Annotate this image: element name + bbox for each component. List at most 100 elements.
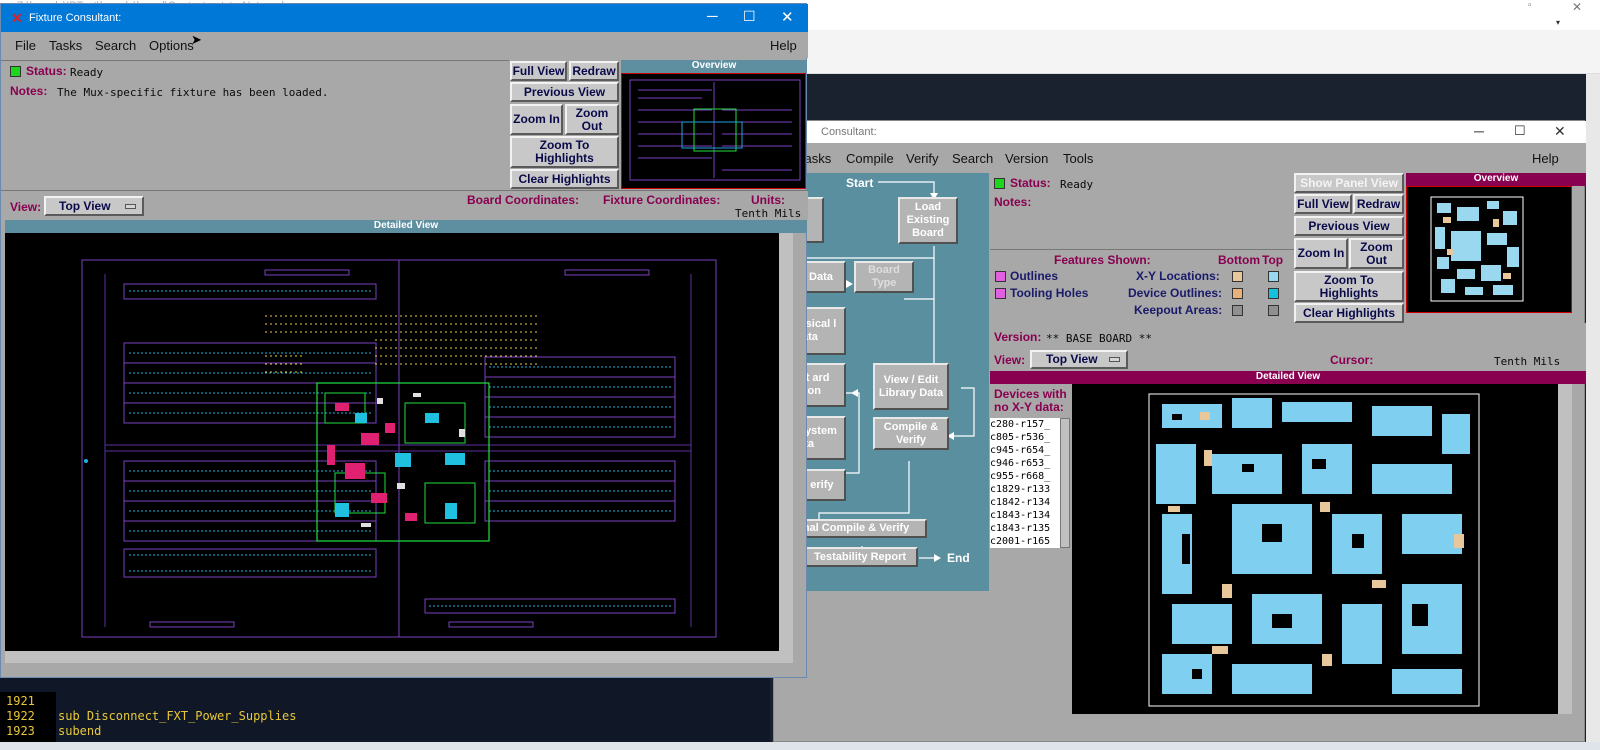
fixture-zoom-out-button[interactable]: Zoom Out xyxy=(565,104,619,135)
board-zoom-to-highlights-button[interactable]: Zoom To Highlights xyxy=(1294,271,1404,302)
board-view-dropdown[interactable]: Top View xyxy=(1030,350,1128,369)
fixture-menubar: File Tasks Search Options Help ➤ xyxy=(1,32,808,58)
board-type-button[interactable]: Board Type xyxy=(854,261,914,293)
fixture-view-label: View: xyxy=(10,200,42,214)
testability-report-button[interactable]: Testability Report xyxy=(802,547,918,567)
notepad-scrollbar[interactable] xyxy=(1586,74,1600,742)
fixture-zoom-in-button[interactable]: Zoom In xyxy=(510,104,563,135)
fixture-status-value: Ready xyxy=(70,66,104,79)
board-overview-drawing xyxy=(1430,196,1524,302)
list-item[interactable]: c1843-r134 xyxy=(990,509,1060,522)
board-detailed-canvas xyxy=(1072,384,1572,714)
features-shown-label: Features Shown: xyxy=(1054,253,1151,267)
board-menu-version[interactable]: Version xyxy=(1005,151,1048,166)
device-outlines-label: Device Outlines: xyxy=(1128,286,1223,300)
xy-locations-label: X-Y Locations: xyxy=(1136,269,1220,283)
features-divider xyxy=(990,249,1294,250)
notepad-scroll-arrow-icon[interactable]: ▾ xyxy=(1556,18,1560,27)
fixture-clear-highlights-button[interactable]: Clear Highlights xyxy=(510,169,619,189)
tooling-holes-checkbox[interactable] xyxy=(995,288,1006,299)
fixture-consultant-window: ✕ Fixture Consultant: ─ ☐ ✕ File Tasks S… xyxy=(0,3,808,678)
notepad-minimize-icon[interactable]: ▫ xyxy=(1528,0,1548,12)
board-menu-verify[interactable]: Verify xyxy=(906,151,939,166)
list-item[interactable]: c2001-r165 xyxy=(990,535,1060,548)
load-existing-board-button[interactable]: Load Existing Board xyxy=(898,197,958,244)
fixture-menu-help[interactable]: Help xyxy=(770,38,797,53)
fixture-close-icon[interactable]: ✕ xyxy=(781,8,794,26)
list-item[interactable]: c945-r654_ xyxy=(990,444,1060,457)
board-titlebar: Consultant: ─ ☐ ✕ xyxy=(774,121,1586,143)
outlines-top-checkbox[interactable] xyxy=(1268,288,1279,299)
xy-bottom-checkbox[interactable] xyxy=(1232,271,1243,282)
board-window-title: Consultant: xyxy=(821,126,877,138)
view-edit-library-data-button[interactable]: View / Edit Library Data xyxy=(873,363,949,410)
keepout-top-checkbox[interactable] xyxy=(1268,305,1279,316)
board-view-label: View: xyxy=(994,353,1026,367)
outlines-label: Outlines xyxy=(1010,269,1059,283)
fixture-menu-search[interactable]: Search xyxy=(95,38,136,53)
fixture-menu-file[interactable]: File xyxy=(15,38,36,53)
keepout-bottom-checkbox[interactable] xyxy=(1232,305,1243,316)
list-item[interactable]: c1829-r133 xyxy=(990,483,1060,496)
board-clear-highlights-button[interactable]: Clear Highlights xyxy=(1294,303,1404,323)
board-menu-search[interactable]: Search xyxy=(952,151,993,166)
desktop: - Z:\boards\IPTest\boards\board\Context_… xyxy=(0,0,1600,750)
fixture-previous-view-button[interactable]: Previous View xyxy=(510,82,619,102)
devices-list: c280-r157_ c805-r536_ c945-r654_ c946-r6… xyxy=(990,418,1060,548)
taskbar-strip xyxy=(0,742,1600,750)
fixture-view-row: View: Top View Board Coordinates: Fixtur… xyxy=(1,190,808,220)
fixture-maximize-icon[interactable]: ☐ xyxy=(743,8,756,25)
xy-top-checkbox[interactable] xyxy=(1268,271,1279,282)
board-status-panel: Status: Ready Notes: Features Shown: Bot… xyxy=(990,173,1294,321)
status-indicator-icon xyxy=(994,178,1005,189)
board-menu-compile[interactable]: Compile xyxy=(846,151,894,166)
board-maximize-icon[interactable]: ☐ xyxy=(1514,123,1526,139)
show-panel-view-button[interactable]: Show Panel View xyxy=(1294,173,1404,193)
fixture-titlebar: ✕ Fixture Consultant: ─ ☐ ✕ xyxy=(1,4,808,32)
list-item[interactable]: c1842-r134 xyxy=(990,496,1060,509)
top-label: Top xyxy=(1262,253,1284,267)
board-menu-help[interactable]: Help xyxy=(1532,151,1559,166)
devices-panel: Devices with no X-Y data: c280-r157_ c80… xyxy=(990,384,1072,714)
board-menu-tools[interactable]: Tools xyxy=(1063,151,1093,166)
fixture-overview-drawing xyxy=(629,79,801,181)
fixture-menu-options[interactable]: Options xyxy=(149,38,194,53)
fixture-redraw-button[interactable]: Redraw xyxy=(569,61,619,81)
fixture-zoom-to-highlights-button[interactable]: Zoom To Highlights xyxy=(510,136,619,168)
board-previous-view-button[interactable]: Previous View xyxy=(1294,216,1404,236)
notepad-close-icon[interactable]: ✕ xyxy=(1572,0,1592,14)
board-zoom-in-button[interactable]: Zoom In xyxy=(1294,238,1348,269)
fixture-status-indicator-icon xyxy=(10,66,21,77)
board-redraw-button[interactable]: Redraw xyxy=(1353,194,1404,214)
fixture-minimize-icon[interactable]: ─ xyxy=(707,8,718,25)
outlines-checkbox[interactable] xyxy=(995,271,1006,282)
fixture-full-view-button[interactable]: Full View xyxy=(510,61,567,81)
keepout-areas-label: Keepout Areas: xyxy=(1134,303,1223,317)
board-status-value: Ready xyxy=(1060,178,1094,191)
fixture-units-value: Tenth Mils xyxy=(735,207,802,220)
app-logo-icon: ✕ xyxy=(11,10,23,26)
fixture-view-dropdown[interactable]: Top View xyxy=(44,196,144,216)
compile-verify-button[interactable]: Compile & Verify xyxy=(873,417,949,450)
board-overview-header: Overview xyxy=(1406,173,1586,186)
list-item[interactable]: c955-r668_ xyxy=(990,470,1060,483)
board-close-icon[interactable]: ✕ xyxy=(1554,123,1566,140)
list-item[interactable]: c1843-r135 xyxy=(990,522,1060,535)
board-zoom-out-button[interactable]: Zoom Out xyxy=(1349,238,1404,269)
outlines-bottom-checkbox[interactable] xyxy=(1232,288,1243,299)
board-detailed-view-header: Detailed View xyxy=(990,371,1586,384)
board-units-value: Tenth Mils xyxy=(1494,355,1561,368)
bottom-label: Bottom xyxy=(1218,253,1260,267)
board-minimize-icon[interactable]: ─ xyxy=(1474,123,1484,139)
board-full-view-button[interactable]: Full View xyxy=(1294,194,1352,214)
cursor-label: Cursor: xyxy=(1330,353,1374,367)
list-item[interactable]: c946-r653_ xyxy=(990,457,1060,470)
fixture-detailed-drawing xyxy=(5,233,793,663)
fixture-menu-tasks[interactable]: Tasks xyxy=(49,38,82,53)
fixture-window-title: Fixture Consultant: xyxy=(29,12,122,24)
devices-scrollbar[interactable] xyxy=(1060,418,1070,548)
board-coordinates-label: Board Coordinates: xyxy=(467,193,580,207)
board-overview-canvas xyxy=(1406,186,1572,313)
list-item[interactable]: c280-r157_ xyxy=(990,418,1060,431)
list-item[interactable]: c805-r536_ xyxy=(990,431,1060,444)
